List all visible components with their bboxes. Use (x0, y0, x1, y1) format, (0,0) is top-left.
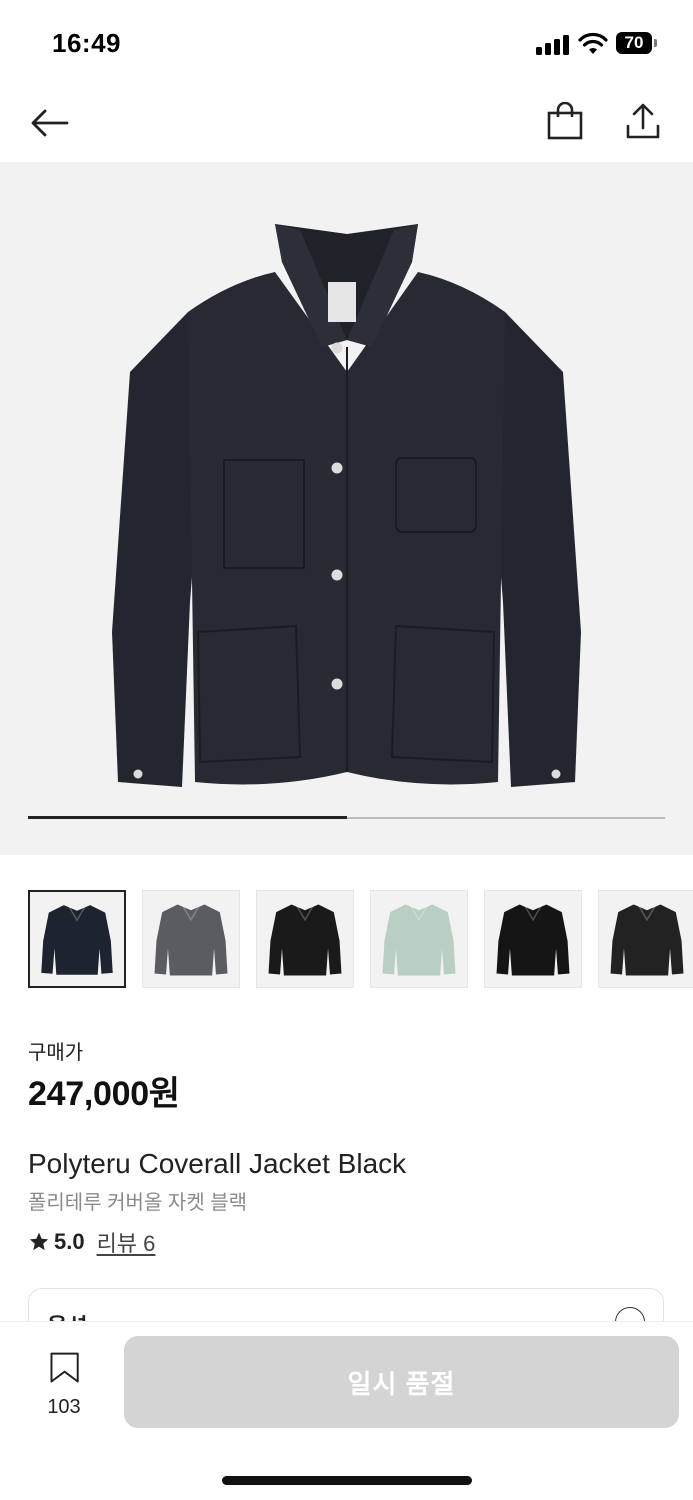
top-navigation (0, 80, 693, 162)
thumbnail-6[interactable] (598, 890, 693, 988)
thumbnail-5[interactable] (484, 890, 582, 988)
product-image-carousel[interactable] (0, 162, 693, 855)
thumbnail-4[interactable] (370, 890, 468, 988)
jacket-thumbnail-image (268, 903, 342, 976)
jacket-thumbnail-image (382, 903, 456, 976)
price-label: 구매가 (28, 1042, 84, 1064)
thumbnail-strip (28, 890, 693, 990)
status-bar: 16:49 70 (0, 0, 693, 80)
jacket-image (112, 224, 581, 787)
battery-level: 70 (624, 33, 644, 52)
carousel-progress-fill (28, 816, 347, 819)
thumbnail-3[interactable] (256, 890, 354, 988)
carousel-progress (28, 816, 665, 819)
jacket-thumbnail-image (496, 903, 570, 976)
share-button[interactable] (618, 96, 668, 146)
arrow-left-icon (31, 109, 69, 137)
rating-row: 5.0 리뷰 6 (28, 1228, 155, 1256)
review-link[interactable]: 리뷰 6 (97, 1226, 156, 1258)
thumbnail-2[interactable] (142, 890, 240, 988)
shopping-bag-icon (547, 102, 583, 140)
share-icon (626, 103, 660, 139)
bottom-action-bar: 103 일시 품절 (0, 1322, 693, 1500)
wishlist-count: 103 (47, 1396, 81, 1418)
jacket-thumbnail-image (154, 903, 228, 976)
sold-out-button[interactable]: 일시 품절 (124, 1336, 679, 1428)
product-price: 247,000원 (28, 1075, 180, 1113)
home-indicator (222, 1476, 472, 1485)
status-time: 16:49 (52, 28, 121, 58)
cellular-signal-icon (536, 33, 570, 55)
back-button[interactable] (24, 98, 74, 148)
product-name-en: Polyteru Coverall Jacket Black (28, 1148, 407, 1179)
wifi-icon (578, 32, 608, 54)
jacket-thumbnail-image (610, 903, 684, 976)
product-name-kr: 폴리테루 커버올 자켓 블랙 (28, 1192, 248, 1214)
star-icon (29, 1232, 49, 1251)
rating-value: 5.0 (54, 1229, 85, 1254)
jacket-thumbnail-image (41, 903, 113, 975)
bookmark-icon (50, 1352, 79, 1383)
thumbnail-1[interactable] (28, 890, 126, 988)
shopping-bag-button[interactable] (540, 96, 590, 146)
battery-icon: 70 (616, 32, 658, 54)
wishlist-button[interactable]: 103 (34, 1352, 94, 1418)
